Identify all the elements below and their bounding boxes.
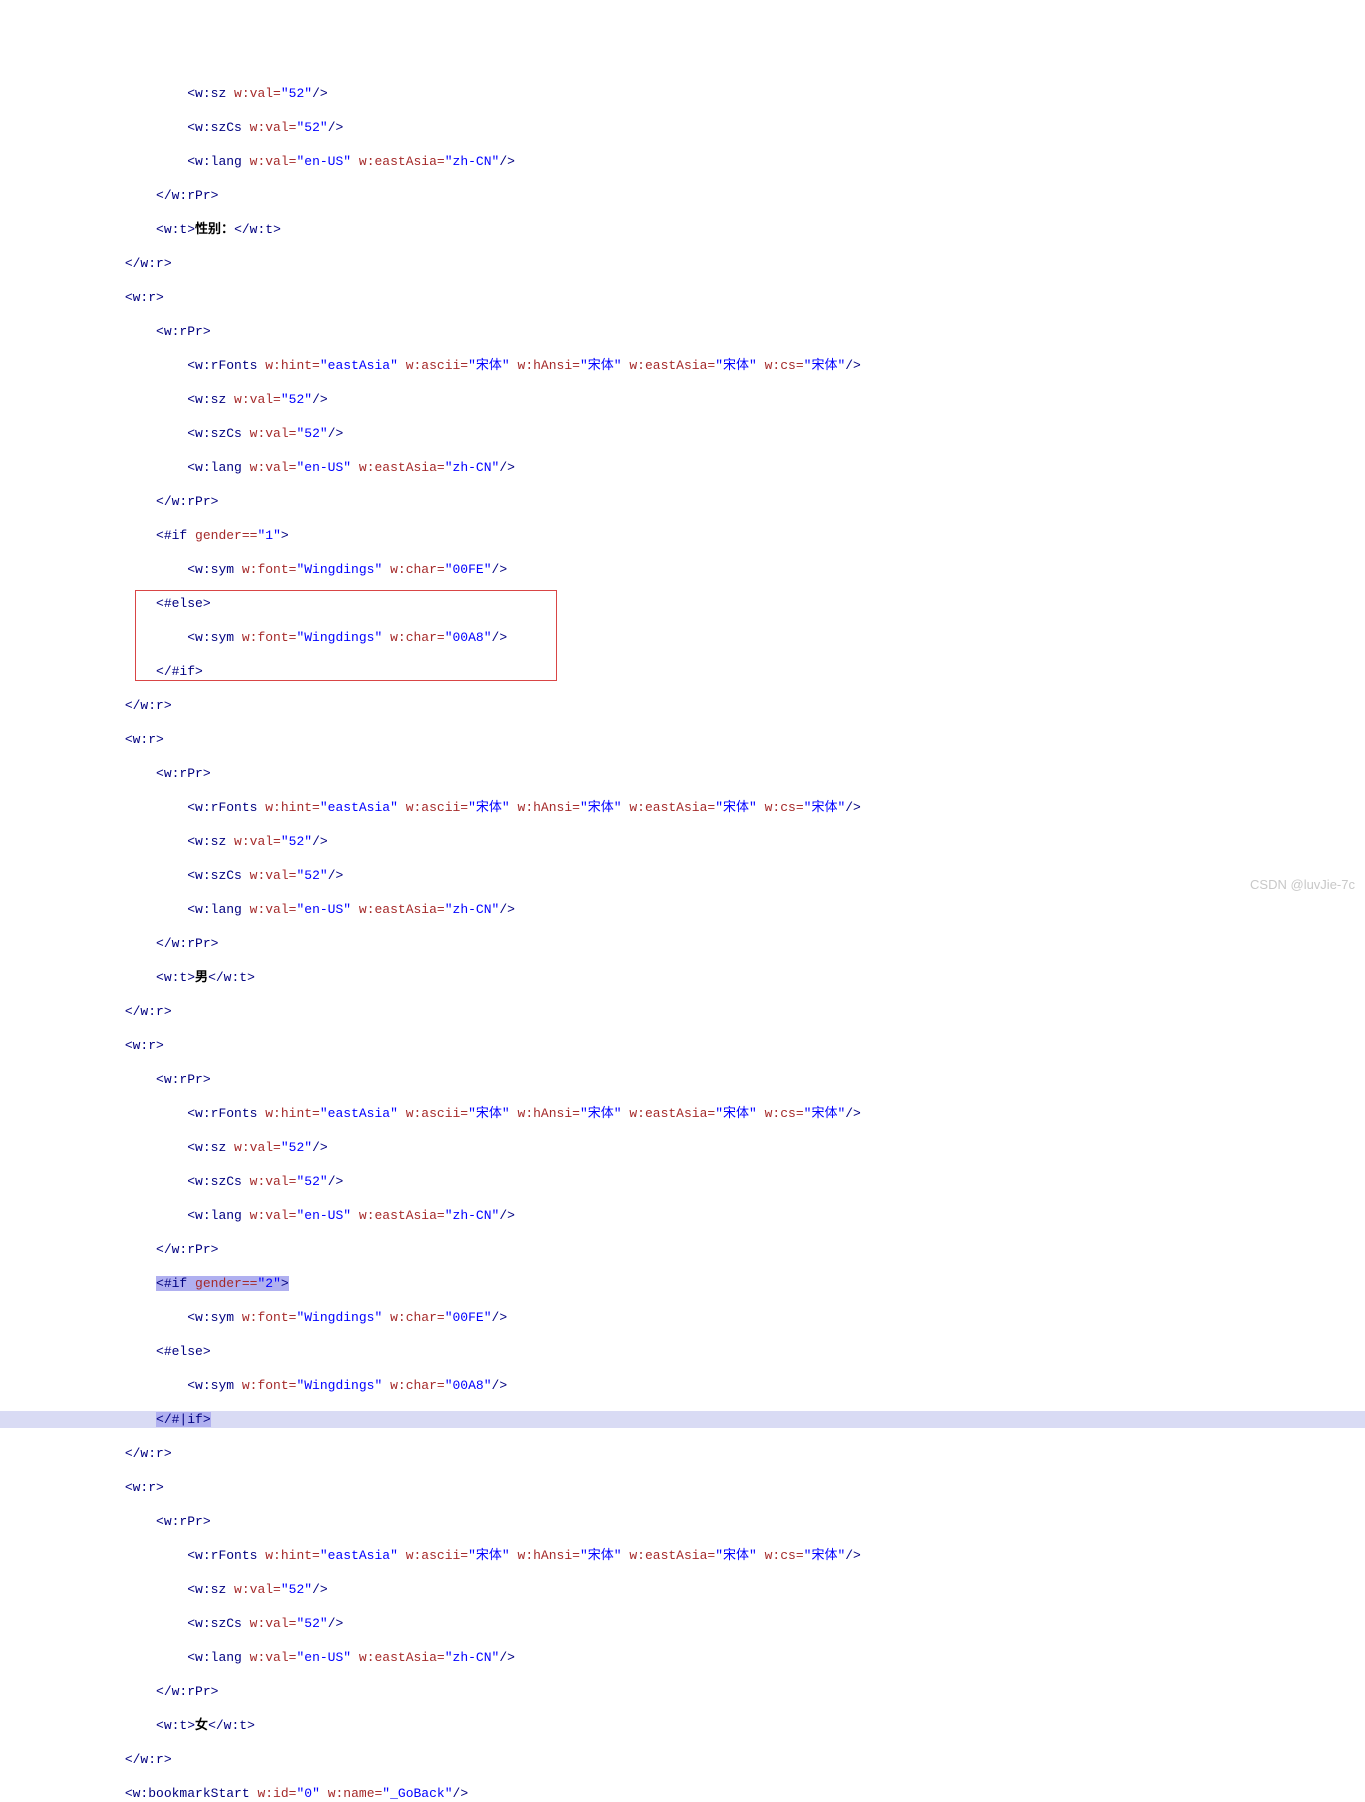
code-line: </w:r> — [0, 1751, 1365, 1768]
code-line: <#if gender=="2"> — [0, 1275, 1365, 1292]
code-line: </w:r> — [0, 255, 1365, 272]
cursor-line[interactable]: </#|if> — [0, 1411, 1365, 1428]
code-view: <w:sz w:val="52"/> <w:szCs w:val="52"/> … — [0, 68, 1365, 1802]
code-line: <w:rFonts w:hint="eastAsia" w:ascii="宋体"… — [0, 1547, 1365, 1564]
code-line: <w:r> — [0, 1037, 1365, 1054]
code-line: <w:sym w:font="Wingdings" w:char="00A8"/… — [0, 629, 1365, 646]
code-line: <w:rFonts w:hint="eastAsia" w:ascii="宋体"… — [0, 799, 1365, 816]
code-line: <#else> — [0, 1343, 1365, 1360]
code-line: <w:lang w:val="en-US" w:eastAsia="zh-CN"… — [0, 153, 1365, 170]
code-line: <w:t>男</w:t> — [0, 969, 1365, 986]
code-line: <w:szCs w:val="52"/> — [0, 867, 1365, 884]
watermark: CSDN @luvJie-7c — [1250, 876, 1355, 893]
code-line: <w:rFonts w:hint="eastAsia" w:ascii="宋体"… — [0, 1105, 1365, 1122]
code-line: <w:rPr> — [0, 1513, 1365, 1530]
code-line: <w:lang w:val="en-US" w:eastAsia="zh-CN"… — [0, 901, 1365, 918]
code-line: <w:szCs w:val="52"/> — [0, 425, 1365, 442]
code-line: <w:r> — [0, 289, 1365, 306]
code-line: <w:szCs w:val="52"/> — [0, 119, 1365, 136]
code-line: </w:rPr> — [0, 935, 1365, 952]
code-line: <w:t>性别：</w:t> — [0, 221, 1365, 238]
code-line: </w:rPr> — [0, 493, 1365, 510]
code-line: <#else> — [0, 595, 1365, 612]
code-line: <w:sym w:font="Wingdings" w:char="00FE"/… — [0, 561, 1365, 578]
code-line: <w:lang w:val="en-US" w:eastAsia="zh-CN"… — [0, 1649, 1365, 1666]
code-line: <w:t>女</w:t> — [0, 1717, 1365, 1734]
code-line: <w:szCs w:val="52"/> — [0, 1173, 1365, 1190]
code-line: <w:sz w:val="52"/> — [0, 1139, 1365, 1156]
code-line: <w:lang w:val="en-US" w:eastAsia="zh-CN"… — [0, 1207, 1365, 1224]
code-line: <w:sym w:font="Wingdings" w:char="00FE"/… — [0, 1309, 1365, 1326]
code-line: <w:sz w:val="52"/> — [0, 1581, 1365, 1598]
code-line: <#if gender=="1"> — [0, 527, 1365, 544]
code-line: <w:rFonts w:hint="eastAsia" w:ascii="宋体"… — [0, 357, 1365, 374]
code-line: <w:sz w:val="52"/> — [0, 391, 1365, 408]
code-line: <w:sym w:font="Wingdings" w:char="00A8"/… — [0, 1377, 1365, 1394]
code-line: <w:r> — [0, 731, 1365, 748]
code-line: </w:rPr> — [0, 1241, 1365, 1258]
code-line: <w:bookmarkStart w:id="0" w:name="_GoBac… — [0, 1785, 1365, 1802]
code-line: </#if> — [0, 663, 1365, 680]
code-line: <w:rPr> — [0, 765, 1365, 782]
code-line: <w:szCs w:val="52"/> — [0, 1615, 1365, 1632]
code-line: <w:r> — [0, 1479, 1365, 1496]
code-line: <w:rPr> — [0, 323, 1365, 340]
code-line: </w:r> — [0, 1003, 1365, 1020]
code-line: <w:rPr> — [0, 1071, 1365, 1088]
code-line: </w:r> — [0, 1445, 1365, 1462]
code-line: <w:sz w:val="52"/> — [0, 833, 1365, 850]
code-line: <w:lang w:val="en-US" w:eastAsia="zh-CN"… — [0, 459, 1365, 476]
code-line: </w:r> — [0, 697, 1365, 714]
code-line: </w:rPr> — [0, 187, 1365, 204]
code-line: </w:rPr> — [0, 1683, 1365, 1700]
code-line: <w:sz w:val="52"/> — [0, 85, 1365, 102]
